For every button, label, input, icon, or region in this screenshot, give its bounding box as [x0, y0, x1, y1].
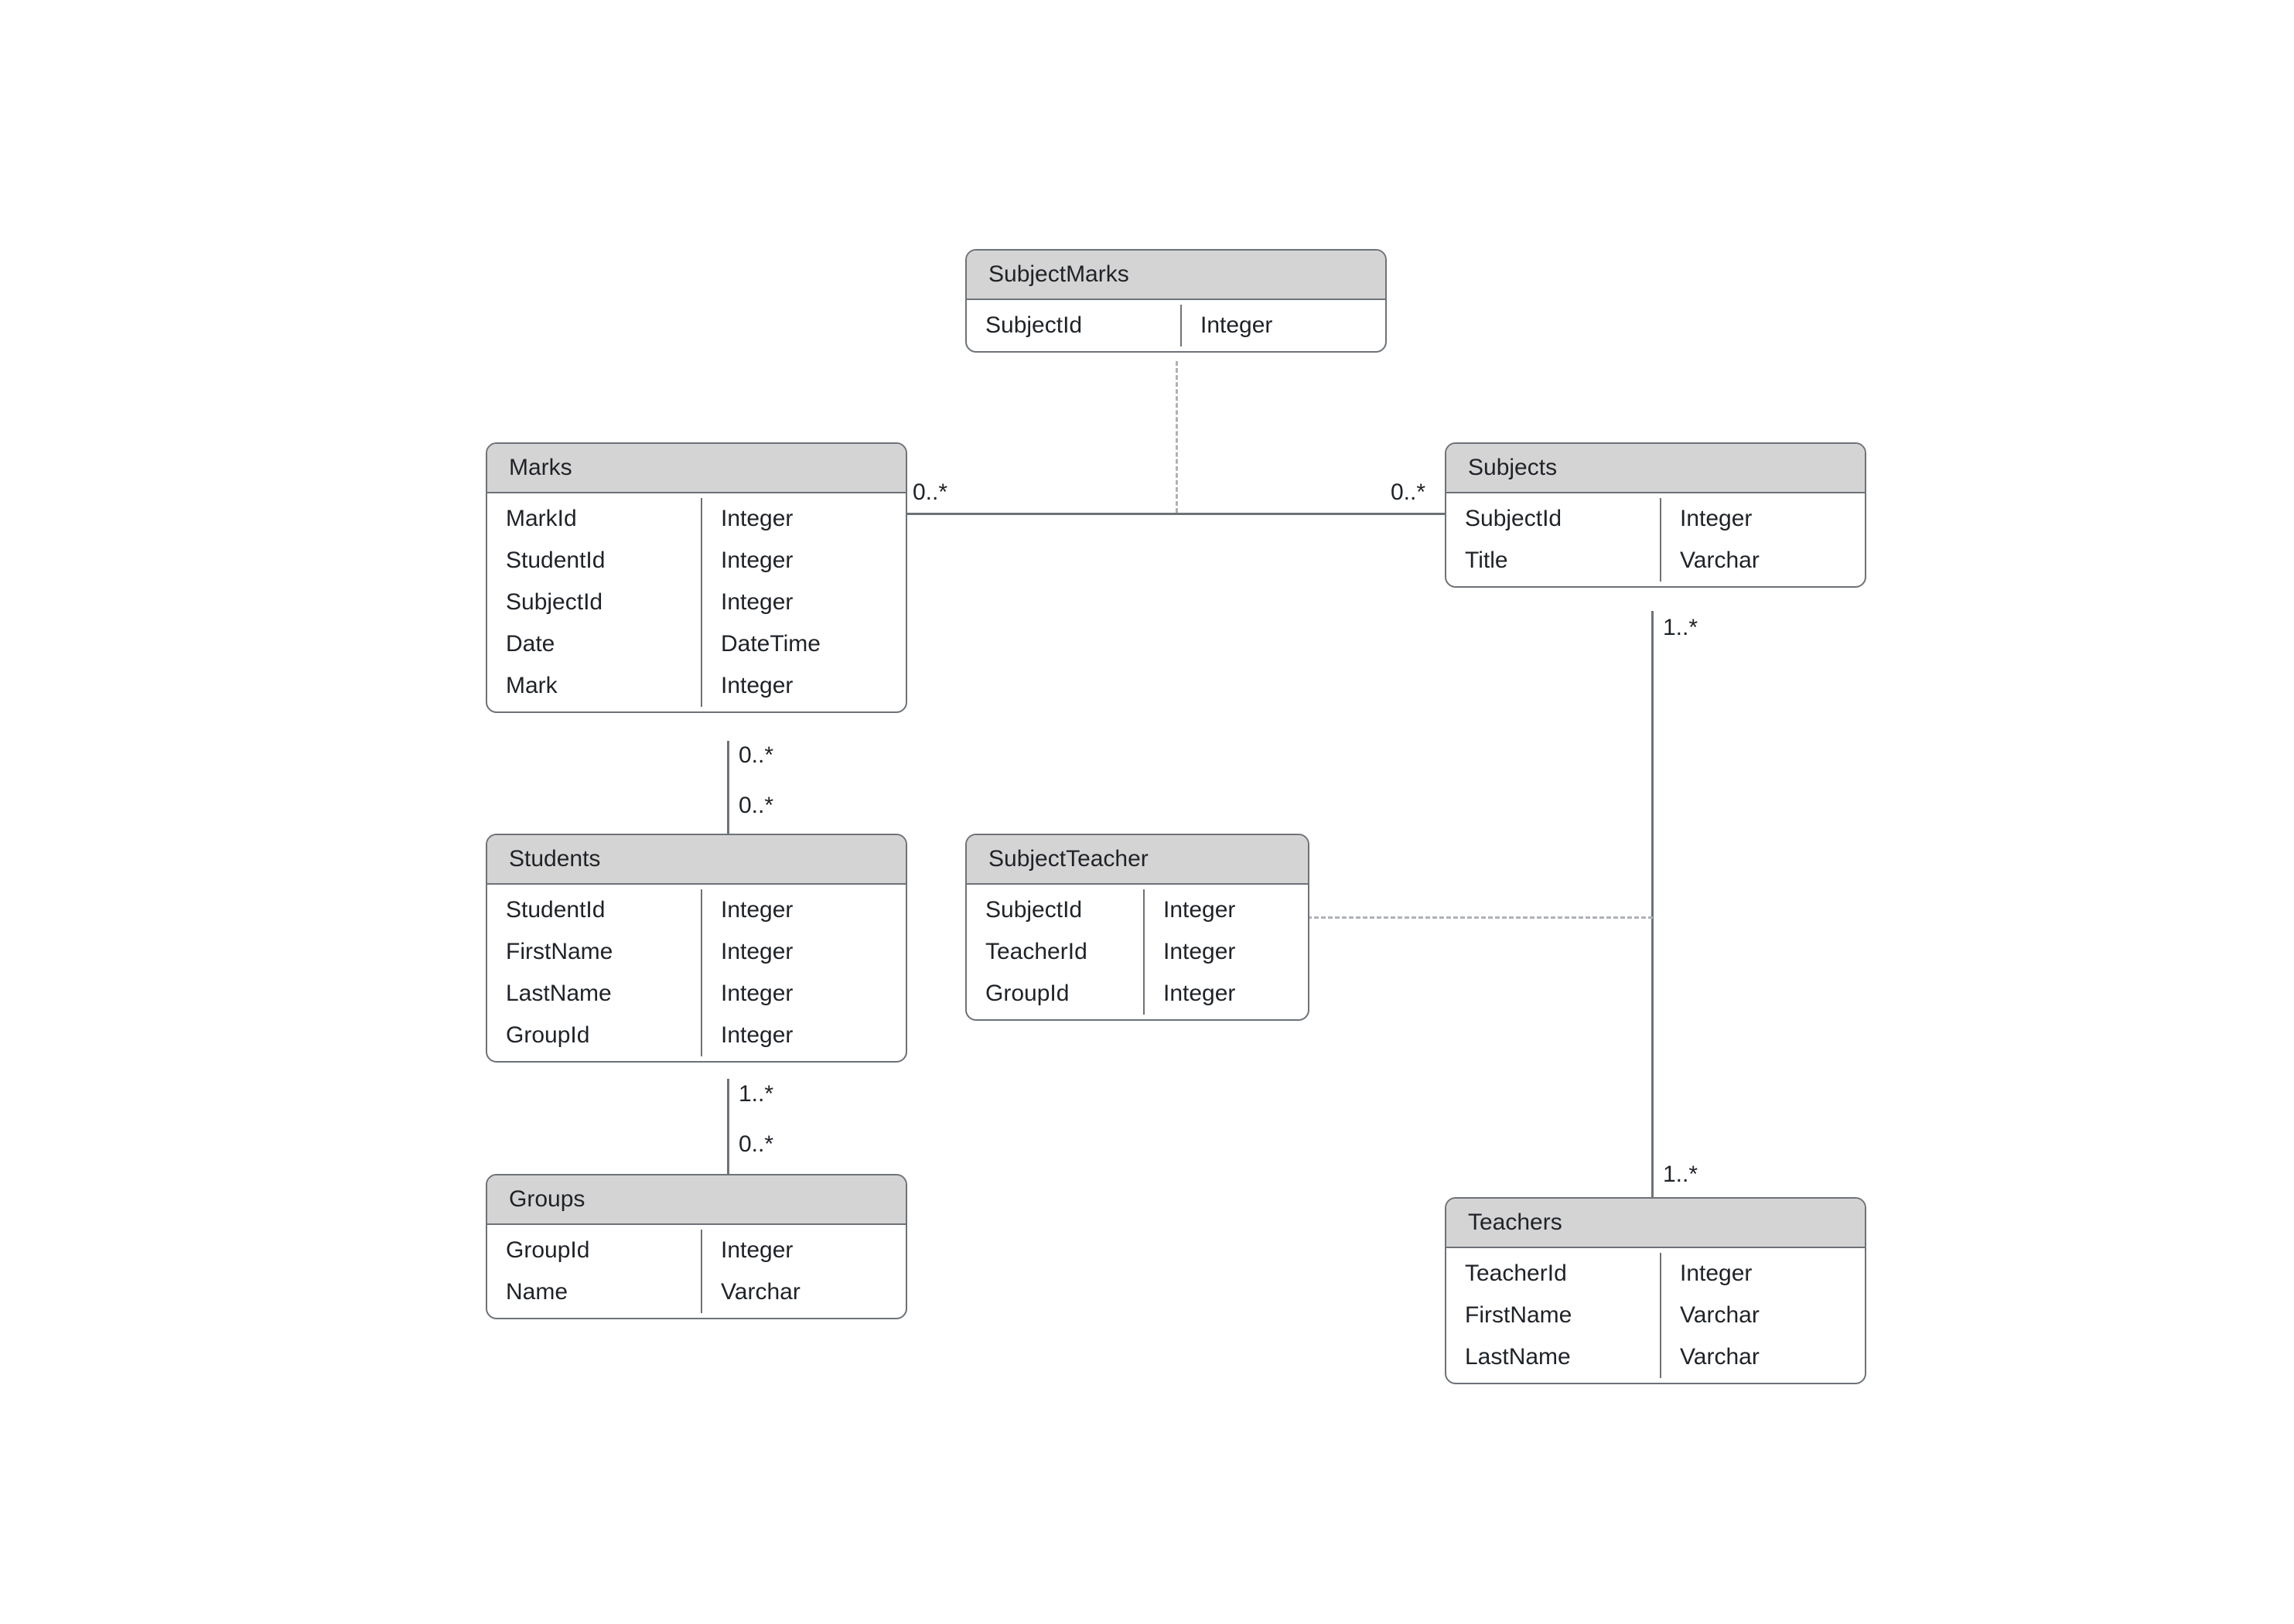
entity-row: GroupId Integer — [487, 1015, 906, 1056]
entity-body: SubjectId Integer Title Varchar — [1446, 493, 1865, 586]
attr-type: Integer — [702, 973, 811, 1015]
attr-type: Integer — [1145, 973, 1254, 1015]
attr-type: DateTime — [702, 623, 839, 665]
mult-marks-subjects-left: 0..* — [913, 479, 947, 506]
attr-type: Varchar — [1661, 540, 1778, 582]
attr-name: FirstName — [1446, 1295, 1661, 1336]
attr-type: Integer — [1182, 305, 1291, 346]
attr-name: LastName — [1446, 1336, 1661, 1378]
attr-type: Integer — [702, 931, 811, 973]
mult-marks-students-top: 0..* — [739, 742, 773, 769]
attr-type: Varchar — [1661, 1295, 1778, 1336]
entity-body: SubjectId Integer TeacherId Integer Grou… — [967, 885, 1308, 1019]
attr-type: Integer — [702, 582, 811, 623]
entity-groups: Groups GroupId Integer Name Varchar — [486, 1174, 907, 1319]
attr-type: Integer — [1661, 1253, 1770, 1295]
entity-row: FirstName Varchar — [1446, 1295, 1865, 1336]
entity-row: StudentId Integer — [487, 889, 906, 931]
attr-type: Integer — [1145, 931, 1254, 973]
attr-type: Integer — [1661, 498, 1770, 540]
attr-name: GroupId — [967, 973, 1145, 1015]
entity-row: TeacherId Integer — [1446, 1253, 1865, 1295]
connector-marks-subjects — [905, 513, 1446, 515]
entity-students: Students StudentId Integer FirstName Int… — [486, 834, 907, 1063]
attr-name: Date — [487, 623, 702, 665]
attr-type: Varchar — [702, 1271, 819, 1313]
entity-row: Date DateTime — [487, 623, 906, 665]
entity-subjectmarks: SubjectMarks SubjectId Integer — [965, 249, 1387, 353]
entity-subjects: Subjects SubjectId Integer Title Varchar — [1445, 442, 1866, 588]
entity-row: TeacherId Integer — [967, 931, 1308, 973]
entity-row: GroupId Integer — [967, 973, 1308, 1015]
connector-marks-students — [727, 741, 729, 834]
attr-type: Integer — [702, 498, 811, 540]
connector-subjectmarks-link — [1176, 361, 1178, 513]
entity-body: GroupId Integer Name Varchar — [487, 1225, 906, 1318]
attr-type: Varchar — [1661, 1336, 1778, 1378]
entity-row: MarkId Integer — [487, 498, 906, 540]
mult-students-groups-bottom: 0..* — [739, 1131, 773, 1158]
mult-subjects-teachers-bottom: 1..* — [1663, 1162, 1698, 1188]
mult-marks-students-bottom: 0..* — [739, 793, 773, 819]
attr-name: FirstName — [487, 931, 702, 973]
entity-body: TeacherId Integer FirstName Varchar Last… — [1446, 1248, 1865, 1383]
entity-subjectteacher: SubjectTeacher SubjectId Integer Teacher… — [965, 834, 1309, 1021]
attr-type: Integer — [1145, 889, 1254, 931]
attr-name: TeacherId — [1446, 1253, 1661, 1295]
entity-header: Students — [487, 835, 906, 885]
entity-row: SubjectId Integer — [967, 889, 1308, 931]
attr-name: SubjectId — [487, 582, 702, 623]
attr-type: Integer — [702, 889, 811, 931]
entity-row: LastName Varchar — [1446, 1336, 1865, 1378]
attr-name: SubjectId — [967, 889, 1145, 931]
entity-row: FirstName Integer — [487, 931, 906, 973]
attr-name: StudentId — [487, 540, 702, 582]
connector-subjects-teachers — [1651, 611, 1654, 1199]
attr-name: Name — [487, 1271, 702, 1313]
entity-header: Teachers — [1446, 1199, 1865, 1248]
attr-name: GroupId — [487, 1230, 702, 1271]
entity-body: MarkId Integer StudentId Integer Subject… — [487, 493, 906, 711]
entity-row: Name Varchar — [487, 1271, 906, 1313]
attr-name: SubjectId — [1446, 498, 1661, 540]
attr-type: Integer — [702, 665, 811, 707]
attr-name: SubjectId — [967, 305, 1182, 346]
entity-row: SubjectId Integer — [967, 305, 1385, 346]
entity-marks: Marks MarkId Integer StudentId Integer S… — [486, 442, 907, 713]
entity-header: SubjectTeacher — [967, 835, 1308, 885]
entity-body: SubjectId Integer — [967, 300, 1385, 351]
entity-row: Mark Integer — [487, 665, 906, 707]
entity-header: Groups — [487, 1175, 906, 1225]
er-diagram-canvas: 0..* 0..* 1..* 1..* 0..* 0..* 1..* 0..* … — [0, 0, 2294, 1624]
mult-marks-subjects-right: 0..* — [1391, 479, 1425, 506]
entity-header: Marks — [487, 444, 906, 493]
entity-teachers: Teachers TeacherId Integer FirstName Var… — [1445, 1197, 1866, 1384]
connector-subjectteacher-link — [1307, 916, 1653, 919]
attr-type: Integer — [702, 1230, 811, 1271]
entity-body: StudentId Integer FirstName Integer Last… — [487, 885, 906, 1061]
attr-name: StudentId — [487, 889, 702, 931]
attr-name: LastName — [487, 973, 702, 1015]
entity-header: Subjects — [1446, 444, 1865, 493]
entity-row: SubjectId Integer — [487, 582, 906, 623]
entity-row: StudentId Integer — [487, 540, 906, 582]
mult-students-groups-top: 1..* — [739, 1081, 773, 1107]
attr-type: Integer — [702, 540, 811, 582]
attr-name: TeacherId — [967, 931, 1145, 973]
attr-type: Integer — [702, 1015, 811, 1056]
entity-header: SubjectMarks — [967, 251, 1385, 300]
entity-row: GroupId Integer — [487, 1230, 906, 1271]
connector-students-groups — [727, 1079, 729, 1175]
attr-name: MarkId — [487, 498, 702, 540]
attr-name: GroupId — [487, 1015, 702, 1056]
attr-name: Title — [1446, 540, 1661, 582]
entity-row: Title Varchar — [1446, 540, 1865, 582]
mult-subjects-teachers-top: 1..* — [1663, 615, 1698, 641]
entity-row: LastName Integer — [487, 973, 906, 1015]
entity-row: SubjectId Integer — [1446, 498, 1865, 540]
attr-name: Mark — [487, 665, 702, 707]
